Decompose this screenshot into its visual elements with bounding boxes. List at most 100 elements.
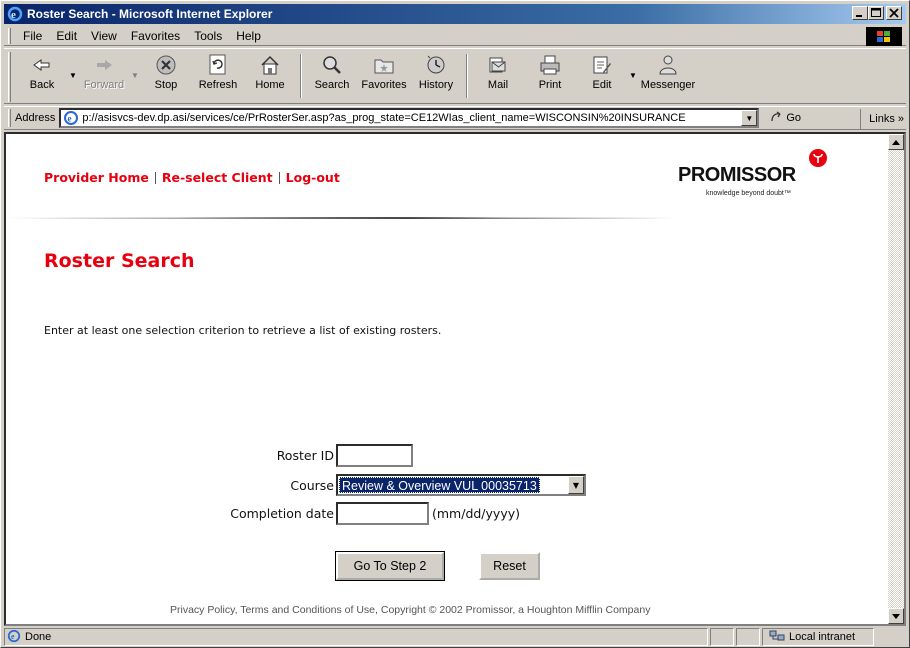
home-icon xyxy=(258,53,282,77)
menu-grip[interactable] xyxy=(8,27,11,44)
links-toolbar[interactable]: Links » xyxy=(860,109,904,129)
course-label: Course xyxy=(290,477,334,493)
edit-button[interactable]: Edit xyxy=(576,49,628,101)
course-dropdown-arrow[interactable]: ▼ xyxy=(568,476,584,494)
course-select[interactable]: Review & Overview VUL 00035713 ▼ xyxy=(336,474,586,496)
printer-icon xyxy=(538,53,562,77)
title-bar[interactable]: e Roster Search - Microsoft Internet Exp… xyxy=(4,4,906,24)
footer-text: Privacy Policy, Terms and Conditions of … xyxy=(170,604,651,616)
edit-dropdown-arrow[interactable]: ▼ xyxy=(628,49,638,101)
history-button[interactable]: History xyxy=(410,49,462,101)
course-selected-value: Review & Overview VUL 00035713 xyxy=(339,477,540,493)
menu-view[interactable]: View xyxy=(84,29,124,43)
logo-wordmark: PROMISSOR xyxy=(678,164,796,186)
completion-date-row: Completion date (mm/dd/yyyy) xyxy=(206,502,520,525)
nav-provider-home[interactable]: Provider Home xyxy=(44,170,149,185)
windows-logo-icon xyxy=(866,27,902,46)
address-dropdown-arrow[interactable]: ▼ xyxy=(741,110,758,126)
toolbar-separator xyxy=(466,54,468,98)
address-grip[interactable] xyxy=(8,109,11,127)
go-label: Go xyxy=(786,112,802,124)
forward-dropdown-arrow[interactable]: ▼ xyxy=(130,49,140,101)
roster-id-input[interactable] xyxy=(336,444,413,467)
stop-button[interactable]: Stop xyxy=(140,49,192,101)
go-to-step-2-button[interactable]: Go To Step 2 xyxy=(335,551,445,581)
completion-date-label: Completion date xyxy=(230,506,334,521)
go-arrow-icon xyxy=(769,110,783,127)
ie-logo-icon: e xyxy=(7,6,23,22)
status-zone-pane: Local intranet xyxy=(762,628,874,646)
promissor-logo: PROMISSOR knowledge beyond doubt™ xyxy=(678,147,828,207)
status-bar: e Done Local intranet xyxy=(4,628,906,646)
go-button[interactable]: Go xyxy=(769,110,801,127)
toolbar-separator xyxy=(300,54,302,98)
favorites-button[interactable]: Favorites xyxy=(358,49,410,101)
vertical-scrollbar[interactable] xyxy=(888,134,904,624)
logo-emblem-icon xyxy=(808,148,828,171)
nav-separator xyxy=(278,171,280,184)
address-field[interactable]: e p://asisvcs-dev.dp.asi/services/ce/PrR… xyxy=(59,108,760,128)
standard-toolbar: Back ▼ Forward ▼ Stop Refresh Home Searc… xyxy=(4,48,906,104)
roster-id-label: Roster ID xyxy=(276,448,334,463)
forward-button[interactable]: Forward xyxy=(78,49,130,101)
date-format-hint: (mm/dd/yyyy) xyxy=(432,506,520,521)
nav-separator xyxy=(154,171,156,184)
address-label: Address xyxy=(15,112,56,124)
history-icon xyxy=(424,53,448,77)
menu-favorites[interactable]: Favorites xyxy=(124,29,187,43)
menu-bar: File Edit View Favorites Tools Help xyxy=(4,26,906,46)
address-url[interactable]: p://asisvcs-dev.dp.asi/services/ce/PrRos… xyxy=(82,112,741,124)
menu-file[interactable]: File xyxy=(16,29,49,43)
back-dropdown-arrow[interactable]: ▼ xyxy=(68,49,78,101)
logo-tagline: knowledge beyond doubt™ xyxy=(706,190,791,197)
mail-icon xyxy=(486,53,510,77)
page-done-icon: e xyxy=(7,629,21,646)
scroll-down-arrow-icon xyxy=(892,613,900,619)
page-content: Provider Home Re-select Client Log-out P… xyxy=(4,132,906,626)
browser-window: e Roster Search - Microsoft Internet Exp… xyxy=(0,0,910,648)
close-button[interactable] xyxy=(886,6,902,20)
messenger-button[interactable]: Messenger xyxy=(638,49,698,101)
nav-log-out[interactable]: Log-out xyxy=(286,170,340,185)
maximize-button[interactable] xyxy=(868,6,884,20)
stop-icon xyxy=(154,53,178,77)
window-title: Roster Search - Microsoft Internet Explo… xyxy=(27,7,273,21)
status-text-pane: e Done xyxy=(4,628,708,646)
instructions-text: Enter at least one selection criterion t… xyxy=(44,324,442,337)
svg-text:e: e xyxy=(11,9,16,21)
course-row: Course Review & Overview VUL 00035713 ▼ xyxy=(236,474,586,496)
scroll-down-button[interactable] xyxy=(888,608,904,624)
menu-tools[interactable]: Tools xyxy=(187,29,229,43)
minimize-button[interactable] xyxy=(852,6,868,20)
zone-label: Local intranet xyxy=(789,631,856,643)
completion-date-input[interactable] xyxy=(336,502,429,525)
page-title: Roster Search xyxy=(44,250,195,272)
favorites-icon xyxy=(372,53,396,77)
edit-page-icon xyxy=(590,53,614,77)
reset-button[interactable]: Reset xyxy=(479,552,540,580)
scroll-up-button[interactable] xyxy=(888,134,904,150)
print-button[interactable]: Print xyxy=(524,49,576,101)
search-icon xyxy=(320,53,344,77)
back-arrow-icon xyxy=(30,53,54,77)
mail-button[interactable]: Mail xyxy=(472,49,524,101)
search-button[interactable]: Search xyxy=(306,49,358,101)
top-navigation: Provider Home Re-select Client Log-out xyxy=(44,170,340,185)
svg-text:e: e xyxy=(68,114,72,124)
menu-help[interactable]: Help xyxy=(229,29,268,43)
toolbar-grip[interactable] xyxy=(8,52,11,102)
refresh-button[interactable]: Refresh xyxy=(192,49,244,101)
roster-id-row: Roster ID xyxy=(236,444,413,467)
nav-reselect-client[interactable]: Re-select Client xyxy=(162,170,273,185)
scroll-up-arrow-icon xyxy=(892,139,900,145)
status-pane-progress xyxy=(710,628,734,646)
back-button[interactable]: Back xyxy=(16,49,68,101)
forward-arrow-icon xyxy=(92,53,116,77)
messenger-icon xyxy=(656,53,680,77)
home-button[interactable]: Home xyxy=(244,49,296,101)
refresh-icon xyxy=(206,53,230,77)
menu-edit[interactable]: Edit xyxy=(49,29,84,43)
status-pane-security xyxy=(736,628,760,646)
header-divider xyxy=(6,217,676,219)
status-text: Done xyxy=(25,631,52,643)
